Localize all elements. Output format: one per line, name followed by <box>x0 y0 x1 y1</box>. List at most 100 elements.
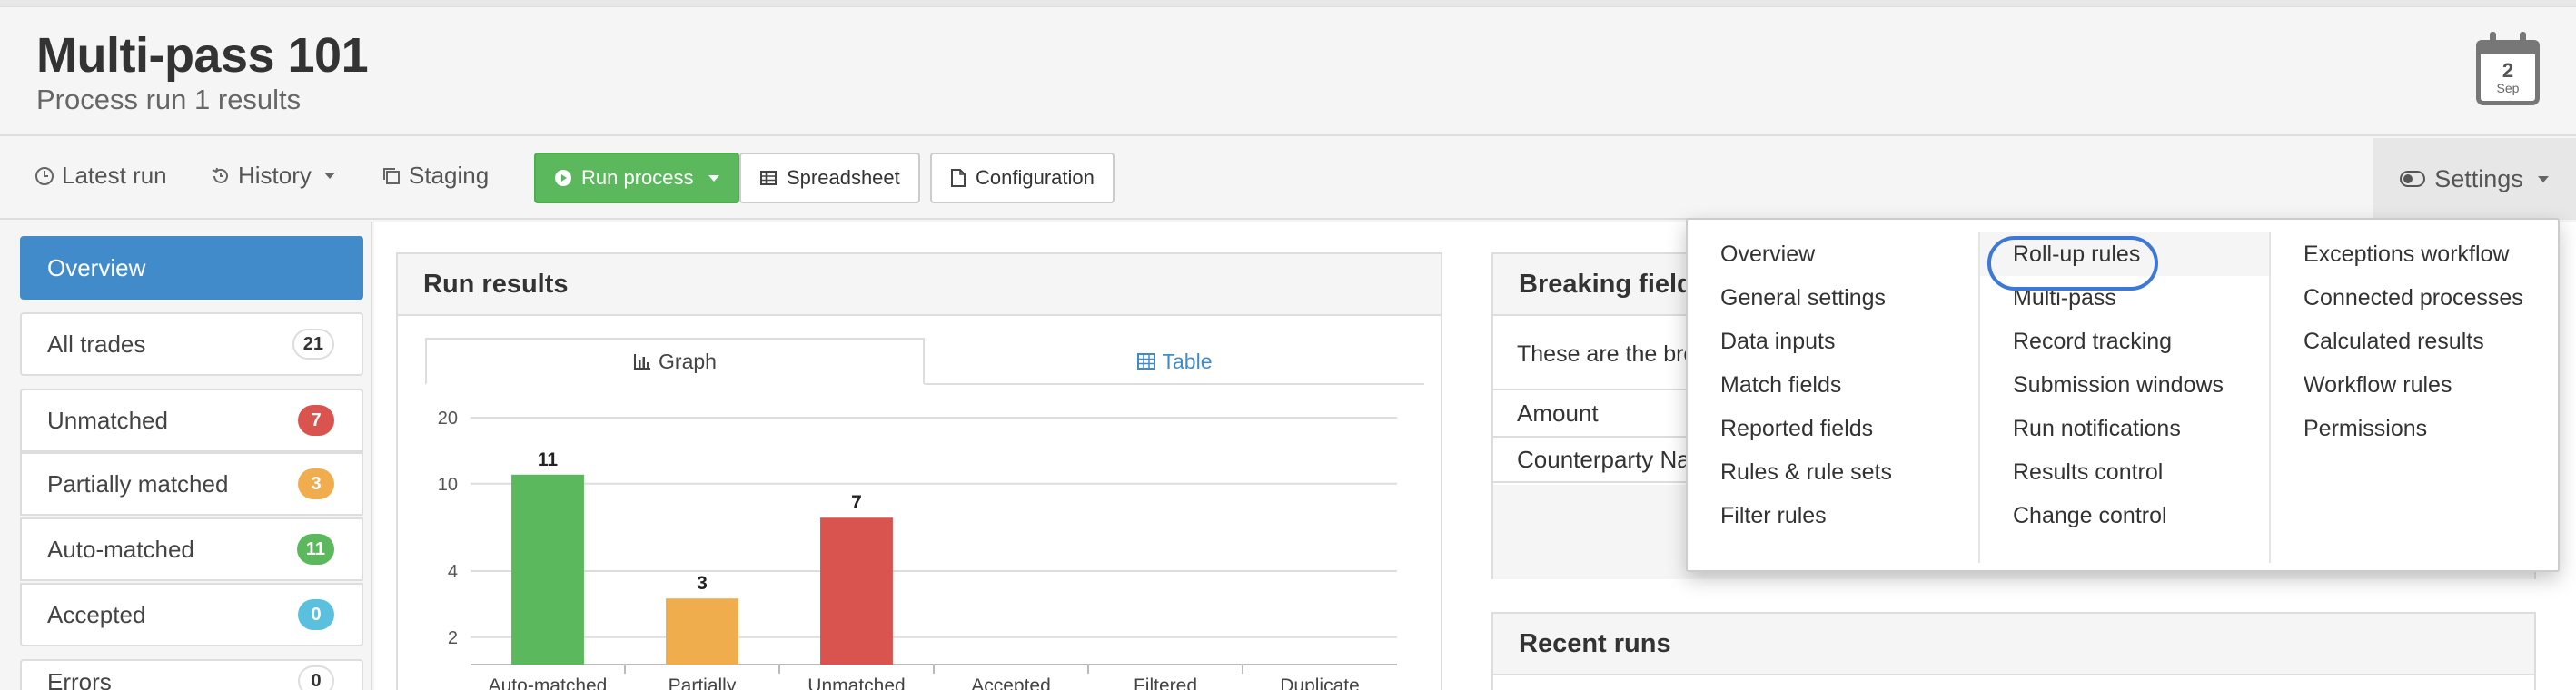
menu-item-general-settings[interactable]: General settings <box>1688 276 1977 320</box>
configuration-label: Configuration <box>976 166 1095 189</box>
sidebar-item-auto-matched[interactable]: Auto-matched 11 <box>20 518 363 581</box>
count-badge: 21 <box>292 329 334 360</box>
breaking-field-name: Counterparty Na <box>1517 445 1690 473</box>
toolbar: Latest run History Staging Run process S… <box>0 138 2576 220</box>
run-process-button[interactable]: Run process <box>534 153 739 203</box>
run-process-label: Run process <box>581 166 694 189</box>
recent-runs-title: Recent runs <box>1493 614 2534 675</box>
bar-data-label: 3 <box>697 573 708 594</box>
table-icon <box>1136 353 1155 370</box>
sidebar-item-overview[interactable]: Overview <box>20 236 363 300</box>
sidebar-item-all-trades[interactable]: All trades 21 <box>20 312 363 376</box>
run-results-panel: Run results Graph Table 20 10 4 2 11 Auto-mat… <box>396 252 1442 690</box>
count-badge: 11 <box>296 534 334 565</box>
bar-partially <box>666 598 738 665</box>
staging-link[interactable]: Staging <box>381 162 489 190</box>
calendar-month: Sep <box>2496 81 2520 95</box>
count-badge: 0 <box>298 665 334 690</box>
calendar-icon[interactable]: 2 Sep <box>2476 32 2540 105</box>
menu-item-connected-processes[interactable]: Connected processes <box>2271 276 2560 320</box>
settings-dropdown-toggle[interactable]: Settings <box>2373 138 2576 220</box>
menu-item-multi-pass[interactable]: Multi-pass <box>1980 276 2269 320</box>
history-label: History <box>238 162 312 189</box>
bar-auto-matched <box>511 474 584 665</box>
settings-menu-column-2: Roll-up rules Multi-pass Record tracking… <box>1978 232 2269 563</box>
tab-table[interactable]: Table <box>926 338 1422 385</box>
x-tick-label: Filtered <box>1134 675 1197 690</box>
menu-item-roll-up-rules[interactable]: Roll-up rules <box>1980 232 2269 276</box>
sidebar-item-unmatched[interactable]: Unmatched 7 <box>20 389 363 452</box>
table-icon <box>760 171 777 185</box>
bar-chart-icon <box>634 354 651 370</box>
sidebar-item-label: All trades <box>47 330 146 358</box>
x-tick-label: Accepted <box>971 675 1051 690</box>
menu-item-rules-and-rule-sets[interactable]: Rules & rule sets <box>1688 450 1977 494</box>
breaking-fields-description: These are the bre <box>1517 341 1697 367</box>
menu-item-data-inputs[interactable]: Data inputs <box>1688 320 1977 363</box>
tab-graph-label: Graph <box>659 349 717 373</box>
x-tick-label: Duplicate <box>1280 675 1360 690</box>
run-results-title: Run results <box>398 254 1441 316</box>
y-tick-label: 10 <box>438 475 458 495</box>
menu-item-record-tracking[interactable]: Record tracking <box>1980 320 2269 363</box>
page-subtitle: Process run 1 results <box>36 84 302 115</box>
file-icon <box>951 169 966 187</box>
menu-item-overview[interactable]: Overview <box>1688 232 1977 276</box>
bar-data-label: 11 <box>538 449 559 470</box>
tab-table-label: Table <box>1162 349 1213 373</box>
menu-item-submission-windows[interactable]: Submission windows <box>1980 363 2269 407</box>
sidebar-item-label: Auto-matched <box>47 535 194 563</box>
caret-down-icon <box>708 174 719 182</box>
tab-graph[interactable]: Graph <box>425 338 925 385</box>
sidebar-item-partially-matched[interactable]: Partially matched 3 <box>20 452 363 516</box>
settings-label: Settings <box>2434 164 2523 192</box>
latest-run-label: Latest run <box>62 162 167 189</box>
run-results-bar-chart: 20 10 4 2 11 Auto-matched 3 Partially 7 Unmatched… <box>438 409 1397 690</box>
sidebar-item-errors[interactable]: Errors 0 <box>20 659 363 690</box>
clock-icon <box>35 166 54 185</box>
settings-menu-column-3: Exceptions workflow Connected processes … <box>2269 232 2560 563</box>
spreadsheet-button[interactable]: Spreadsheet <box>739 153 920 203</box>
sidebar: Overview All trades 21 Unmatched 7 Parti… <box>0 222 372 690</box>
sidebar-item-label: Accepted <box>47 600 146 628</box>
x-tick-label: Partially <box>669 675 737 690</box>
caret-down-icon <box>323 172 335 179</box>
page-title: Multi-pass 101 <box>36 28 369 83</box>
configuration-button[interactable]: Configuration <box>930 153 1115 203</box>
sidebar-item-label: Partially matched <box>47 469 229 498</box>
breaking-field-name: Amount <box>1517 399 1599 427</box>
play-circle-icon <box>555 170 571 186</box>
spreadsheet-label: Spreadsheet <box>787 166 900 189</box>
menu-item-filter-rules[interactable]: Filter rules <box>1688 494 1977 537</box>
history-dropdown[interactable]: History <box>211 162 335 190</box>
count-badge: 3 <box>298 468 334 499</box>
toggle-icon <box>2400 171 2426 187</box>
menu-item-run-notifications[interactable]: Run notifications <box>1980 407 2269 450</box>
history-icon <box>212 167 228 183</box>
sidebar-item-label: Overview <box>47 253 146 281</box>
menu-item-results-control[interactable]: Results control <box>1980 450 2269 494</box>
page-header: Multi-pass 101 Process run 1 results 2 S… <box>0 7 2576 136</box>
sidebar-item-accepted[interactable]: Accepted 0 <box>20 583 363 646</box>
latest-run-link[interactable]: Latest run <box>35 162 167 190</box>
top-strip <box>0 0 2576 7</box>
y-tick-label: 4 <box>448 562 458 582</box>
bar-unmatched <box>820 518 893 665</box>
settings-dropdown-menu: Overview General settings Data inputs Ma… <box>1686 218 2560 572</box>
menu-item-reported-fields[interactable]: Reported fields <box>1688 407 1977 450</box>
menu-item-match-fields[interactable]: Match fields <box>1688 363 1977 407</box>
menu-item-permissions[interactable]: Permissions <box>2271 407 2560 450</box>
calendar-day: 2 <box>2502 59 2514 82</box>
menu-item-workflow-rules[interactable]: Workflow rules <box>2271 363 2560 407</box>
settings-menu-column-1: Overview General settings Data inputs Ma… <box>1688 232 1977 563</box>
recent-runs-panel: Recent runs <box>1491 612 2536 690</box>
sidebar-item-label: Unmatched <box>47 406 168 434</box>
menu-item-change-control[interactable]: Change control <box>1980 494 2269 537</box>
count-badge: 7 <box>298 405 334 436</box>
menu-item-exceptions-workflow[interactable]: Exceptions workflow <box>2271 232 2560 276</box>
x-tick-label: Unmatched <box>807 675 905 690</box>
bar-data-label: 7 <box>851 492 862 513</box>
menu-item-calculated-results[interactable]: Calculated results <box>2271 320 2560 363</box>
caret-down-icon <box>2537 175 2549 182</box>
sidebar-item-label: Errors <box>47 668 112 690</box>
